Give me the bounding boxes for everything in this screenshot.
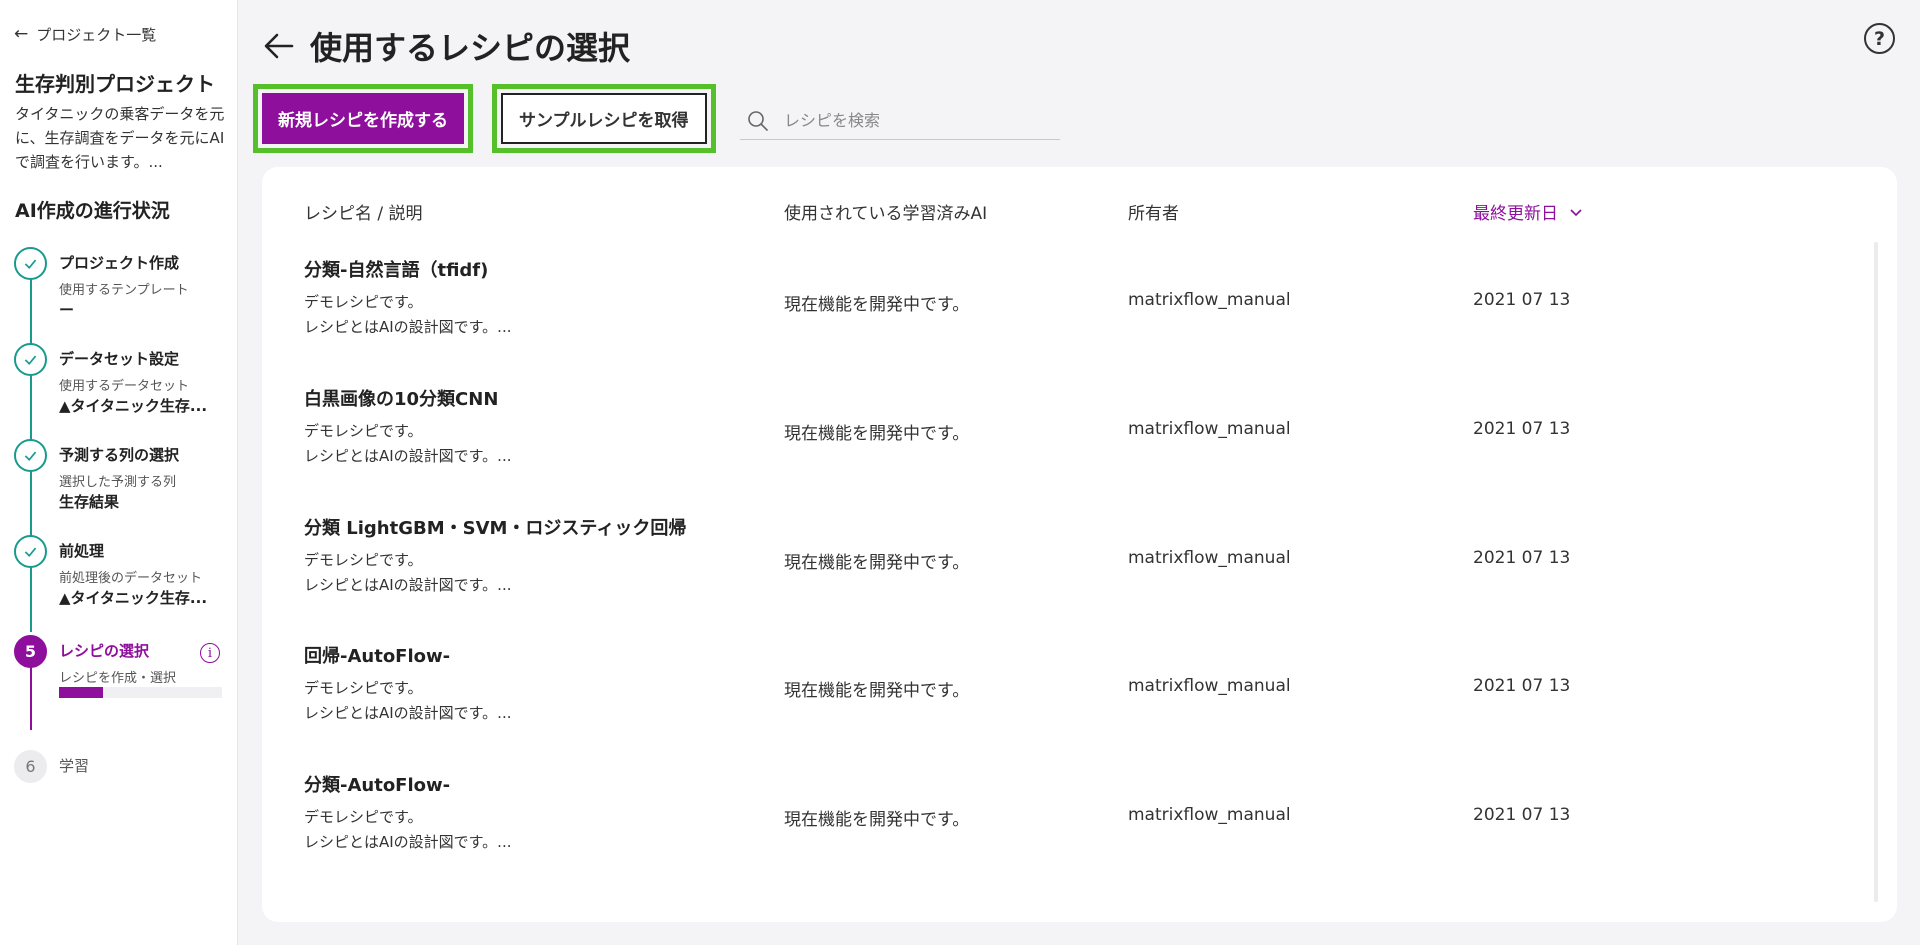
recipe-date: 2021 07 13 [1473,676,1571,696]
recipe-ai: 現在機能を開発中です。 [784,553,970,573]
recipe-owner: matrixflow_manual [1128,676,1291,696]
column-header-ai: 使用されている学習済みAI [784,204,988,224]
step-title: 予測する列の選択 [59,446,180,464]
recipe-owner: matrixflow_manual [1128,805,1291,825]
back-link-label: プロジェクト一覧 [36,25,157,44]
info-icon[interactable]: i [200,643,220,663]
check-icon [14,439,47,472]
column-header-name: レシピ名 / 説明 [304,204,423,224]
recipe-ai: 現在機能を開発中です。 [784,810,970,830]
back-to-projects-link[interactable]: ← プロジェクト一覧 [14,24,156,44]
table-row[interactable]: 白黒画像の10分類CNN デモレシピです。 レシピとはAIの設計図です。... … [262,385,1862,513]
sidebar: ← プロジェクト一覧 生存判別プロジェクト タイタニックの乗客データを元に、生存… [0,0,238,945]
step-progress-bar [59,687,222,698]
page-title: 使用するレシピの選択 [310,29,631,67]
column-header-updated-label: 最終更新日 [1473,204,1558,224]
step-subtitle: 使用するテンプレート [59,283,189,298]
recipe-date: 2021 07 13 [1473,805,1571,825]
project-description: タイタニックの乗客データを元に、生存調査をデータを元にAIで調査を行います。..… [15,105,225,171]
timeline-line-active [30,666,32,730]
chevron-down-icon [1570,208,1582,216]
step-value: ▲タイタニック生存... [59,397,208,415]
column-header-owner: 所有者 [1128,204,1179,224]
step-title: データセット設定 [59,350,180,368]
recipe-date: 2021 07 13 [1473,548,1571,568]
recipe-owner: matrixflow_manual [1128,419,1291,439]
check-icon [14,247,47,280]
check-icon [14,343,47,376]
table-row[interactable]: 分類-AutoFlow- デモレシピです。 レシピとはAIの設計図です。... … [262,771,1862,899]
step-title: 前処理 [59,542,105,560]
recipe-ai: 現在機能を開発中です。 [784,424,970,444]
search-icon [748,110,768,131]
help-icon[interactable]: ? [1864,23,1895,54]
recipe-description: デモレシピです。 レシピとはAIの設計図です。... [304,679,512,722]
table-scrollbar[interactable] [1874,242,1878,902]
step-subtitle: 前処理後のデータセット [59,571,203,586]
recipe-table: レシピ名 / 説明 使用されている学習済みAI 所有者 最終更新日 分類-自然言… [262,167,1897,922]
recipe-description: デモレシピです。 レシピとはAIの設計図です。... [304,293,512,336]
recipe-ai: 現在機能を開発中です。 [784,681,970,701]
recipe-description: デモレシピです。 レシピとはAIの設計図です。... [304,808,512,851]
step-number-badge: 6 [14,750,47,783]
step-value: ▲タイタニック生存... [59,589,208,607]
page-header: 使用するレシピの選択 [262,24,630,68]
recipe-date: 2021 07 13 [1473,290,1571,310]
recipe-name: 分類-自然言語（tfidf) [304,260,489,281]
table-row[interactable]: 分類-自然言語（tfidf) デモレシピです。 レシピとはAIの設計図です。..… [262,256,1862,384]
step-subtitle: 選択した予測する列 [59,475,177,490]
recipe-date: 2021 07 13 [1473,419,1571,439]
recipe-owner: matrixflow_manual [1128,290,1291,310]
recipe-name: 分類-AutoFlow- [304,775,451,796]
recipe-description: デモレシピです。 レシピとはAIの設計図です。... [304,551,512,594]
step-number-badge: 5 [14,635,47,668]
table-row[interactable]: 回帰-AutoFlow- デモレシピです。 レシピとはAIの設計図です。... … [262,642,1862,770]
arrow-left-icon[interactable] [262,29,296,63]
recipe-description: デモレシピです。 レシピとはAIの設計図です。... [304,422,512,465]
step-title: 学習 [59,757,90,775]
check-icon [14,535,47,568]
column-header-updated[interactable]: 最終更新日 [1473,199,1584,224]
step-title: プロジェクト作成 [59,254,180,272]
recipe-owner: matrixflow_manual [1128,548,1291,568]
sample-recipe-highlight: サンプルレシピを取得 [492,84,716,153]
sample-recipe-button[interactable]: サンプルレシピを取得 [501,93,707,144]
recipe-name: 分類 LightGBM・SVM・ロジスティック回帰 [304,518,687,539]
new-recipe-button[interactable]: 新規レシピを作成する [262,93,464,144]
search-input[interactable] [784,111,1034,130]
recipe-name: 白黒画像の10分類CNN [304,389,499,410]
arrow-left-icon: ← [14,23,29,44]
search-box [740,102,1060,140]
recipe-ai: 現在機能を開発中です。 [784,295,970,315]
step-progress-fill [59,687,103,698]
step-value: 生存結果 [59,493,120,511]
step-value: ー [59,301,75,319]
step-subtitle: レシピを作成・選択 [59,671,177,686]
progress-title: AI作成の進行状況 [15,200,170,222]
project-title: 生存判別プロジェクト [15,72,215,96]
step-subtitle: 使用するデータセット [59,379,190,394]
step-title: レシピの選択 [59,642,150,660]
table-row[interactable]: 分類 LightGBM・SVM・ロジスティック回帰 デモレシピです。 レシピとは… [262,514,1862,642]
recipe-name: 回帰-AutoFlow- [304,646,451,667]
new-recipe-highlight: 新規レシピを作成する [253,84,473,153]
